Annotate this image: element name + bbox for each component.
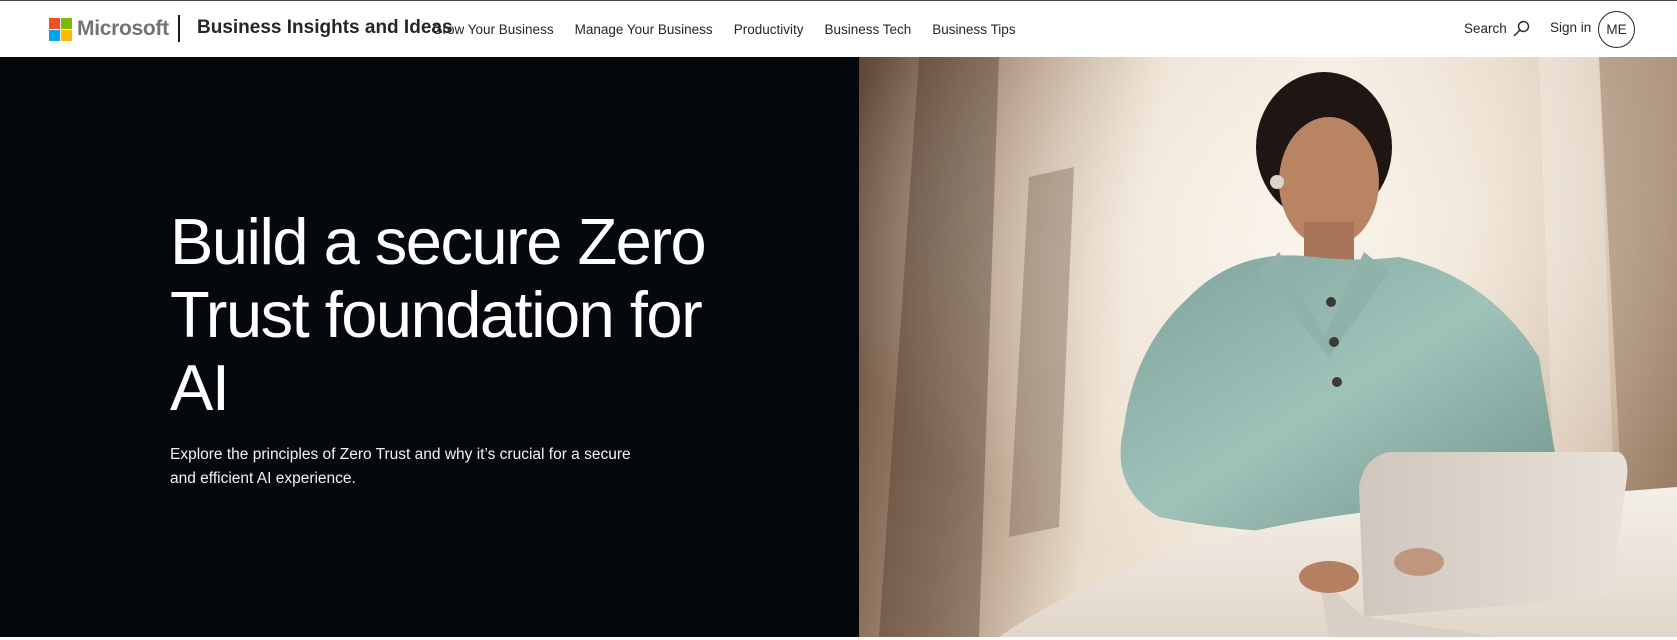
search-icon — [1513, 20, 1529, 37]
microsoft-logo-icon — [49, 17, 72, 41]
hero-text-panel: Build a secure Zero Trust foundation for… — [0, 57, 859, 637]
nav-item-grow-your-business[interactable]: Grow Your Business — [432, 22, 554, 37]
search-button[interactable]: Search — [1464, 20, 1530, 37]
nav-item-manage-your-business[interactable]: Manage Your Business — [575, 22, 713, 37]
header-divider — [178, 15, 180, 42]
nav-item-productivity[interactable]: Productivity — [734, 22, 804, 37]
hero-photo-woman-with-laptop — [859, 57, 1677, 637]
sign-in-link[interactable]: Sign in — [1550, 20, 1591, 35]
microsoft-wordmark: Microsoft — [77, 17, 169, 40]
avatar-initials: ME — [1606, 22, 1627, 37]
avatar-button[interactable]: ME — [1598, 11, 1635, 48]
search-label: Search — [1464, 21, 1507, 36]
logo-square-green — [61, 17, 72, 29]
hero-title: Build a secure Zero Trust foundation for… — [170, 205, 707, 424]
logo-square-blue — [49, 29, 60, 41]
hero-subtitle: Explore the principles of Zero Trust and… — [170, 446, 631, 487]
site-title-link[interactable]: Business Insights and Ideas — [197, 17, 453, 39]
main-nav: Grow Your Business Manage Your Business … — [432, 1, 1037, 58]
site-header: Microsoft Business Insights and Ideas Gr… — [0, 0, 1677, 57]
nav-item-business-tips[interactable]: Business Tips — [932, 22, 1015, 37]
logo-square-red — [49, 17, 60, 29]
logo-square-yellow — [61, 29, 72, 41]
microsoft-logo-link[interactable]: Microsoft — [49, 17, 169, 41]
page: Microsoft Business Insights and Ideas Gr… — [0, 0, 1677, 640]
nav-item-business-tech[interactable]: Business Tech — [824, 22, 911, 37]
